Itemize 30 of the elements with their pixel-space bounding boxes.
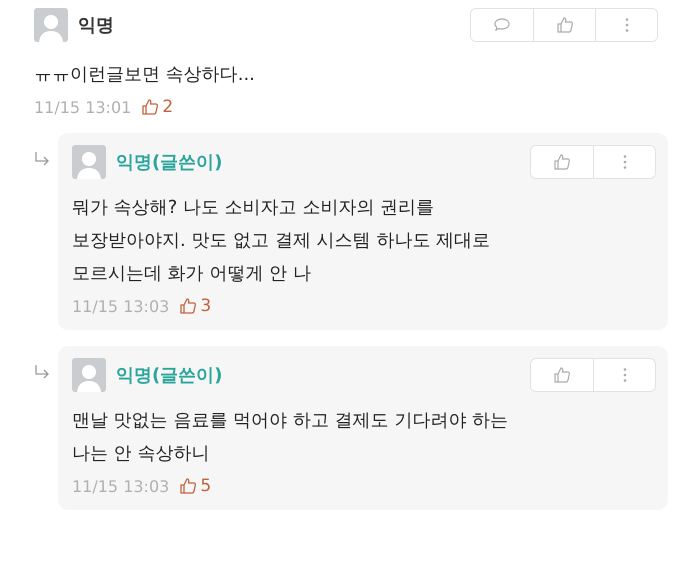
timestamp: 11/15 13:03: [72, 296, 170, 316]
avatar-icon: [72, 358, 106, 392]
avatar-icon: [72, 145, 106, 179]
like-count: 2: [162, 97, 174, 117]
like-count: 3: [200, 296, 212, 316]
reply-arrow-icon: [34, 364, 50, 380]
timestamp: 11/15 13:01: [34, 98, 132, 116]
reply-arrow-icon: [34, 151, 50, 167]
avatar-icon: [34, 8, 68, 42]
more-icon: [624, 17, 628, 33]
comment-text: 모르시는데 화가 어떻게 안 나: [72, 262, 312, 286]
more-icon: [622, 367, 626, 383]
author-name: 익명(글쓴이): [116, 364, 222, 387]
more-icon: [622, 154, 626, 170]
comment-text: 나는 안 속상하니: [72, 442, 210, 466]
thumbs-up-icon: [553, 366, 571, 384]
comment-text: 뭐가 속상해? 나도 소비자고 소비자의 권리를: [72, 196, 436, 220]
comment-text: ㅠㅠ이런글보면 속상하다...: [34, 63, 256, 87]
author-name: 익명: [78, 14, 114, 37]
like-count: 5: [200, 476, 212, 496]
comment-text: 맨날 맛없는 음료를 먹어야 하고 결제도 기다려야 하는: [72, 409, 510, 433]
thumbs-up-icon: [179, 297, 198, 315]
thumbs-up-icon: [556, 16, 574, 34]
thumbs-up-icon: [141, 98, 160, 116]
thumbs-up-icon: [179, 477, 198, 495]
comment-text: 보장받아야지. 맛도 없고 결제 시스템 하나도 제대로: [72, 229, 492, 253]
timestamp: 11/15 13:03: [72, 476, 170, 496]
thumbs-up-icon: [553, 153, 571, 171]
speech-bubble-icon: [493, 17, 511, 33]
author-name: 익명(글쓴이): [116, 151, 222, 174]
